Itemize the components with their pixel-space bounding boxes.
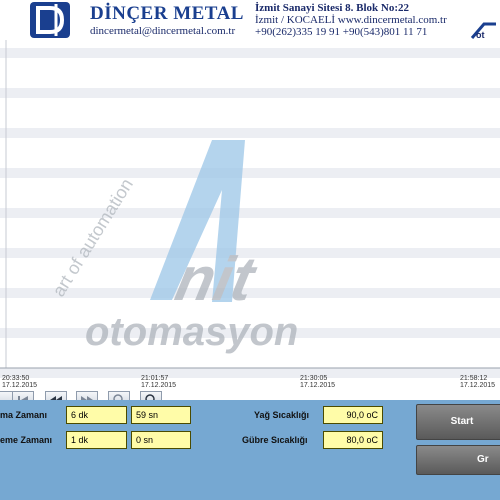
row1-minutes-field[interactable]: 6 dk	[66, 406, 127, 424]
x-tick-date: 17.12.2015	[141, 382, 177, 389]
graph-button[interactable]: Gr	[416, 445, 500, 475]
address-line-2: İzmit / KOCAELİ www.dincermetal.com.tr	[255, 14, 447, 26]
fert-temp-label: Gübre Sıcaklığı	[242, 435, 308, 445]
address-line-1: İzmit Sanayi Sitesi 8. Blok No:22	[255, 2, 410, 14]
x-tick-time: 21:01:57	[141, 375, 169, 382]
x-tick: 21:30:05 17.12.2015	[300, 375, 335, 389]
row1-seconds-field[interactable]: 59 sn	[131, 406, 191, 424]
grid-band	[0, 188, 500, 198]
grid-band	[0, 68, 500, 78]
header: DİNÇER METAL dincermetal@dincermetal.com…	[0, 0, 500, 40]
x-tick: 20:33:50 17.12.2015	[2, 375, 37, 389]
x-tick-date: 17.12.2015	[300, 382, 336, 389]
x-tick-time: 21:30:05	[300, 375, 328, 382]
oil-temp-value: 90,0 oC	[323, 406, 383, 424]
address-line-3: +90(262)335 19 91 +90(543)801 11 71	[255, 26, 428, 38]
row2-seconds-field[interactable]: 0 sn	[131, 431, 191, 449]
dincer-logo	[30, 2, 70, 38]
grid-band	[0, 128, 500, 138]
x-tick: 21:58:12 17.12.2015	[460, 375, 495, 389]
watermark-line-3: otomasyon	[85, 310, 298, 354]
x-tick: 21:01:57 17.12.2015	[141, 375, 176, 389]
grid-band	[0, 208, 500, 218]
grid-band	[0, 368, 500, 378]
trend-chart[interactable]: nit otomasyon art of automation	[0, 40, 500, 390]
svg-text:ot: ot	[476, 30, 485, 40]
grid-band	[0, 168, 500, 178]
fert-temp-value: 80,0 oC	[323, 431, 383, 449]
company-email: dincermetal@dincermetal.com.tr	[90, 25, 236, 37]
brand-name: DİNÇER METAL	[90, 3, 244, 24]
grid-band	[0, 48, 500, 58]
grid-band	[0, 148, 500, 158]
grid-band	[0, 108, 500, 118]
x-tick-time: 20:33:50	[2, 375, 30, 382]
grid-band	[0, 88, 500, 98]
row1-label: ma Zamanı	[0, 410, 48, 420]
row2-label: eme Zamanı	[0, 435, 53, 445]
x-tick-time: 21:58:12	[460, 375, 488, 382]
row2-minutes-field[interactable]: 1 dk	[66, 431, 127, 449]
grid-band	[0, 228, 500, 238]
oil-temp-label: Yağ Sıcaklığı	[254, 410, 310, 420]
control-panel: ma Zamanı 6 dk 59 sn eme Zamanı 1 dk 0 s…	[0, 400, 500, 500]
partner-logo: ot	[470, 22, 496, 40]
x-tick-date: 17.12.2015	[460, 382, 496, 389]
x-tick-date: 17.12.2015	[2, 382, 38, 389]
start-button[interactable]: Start	[416, 404, 500, 440]
